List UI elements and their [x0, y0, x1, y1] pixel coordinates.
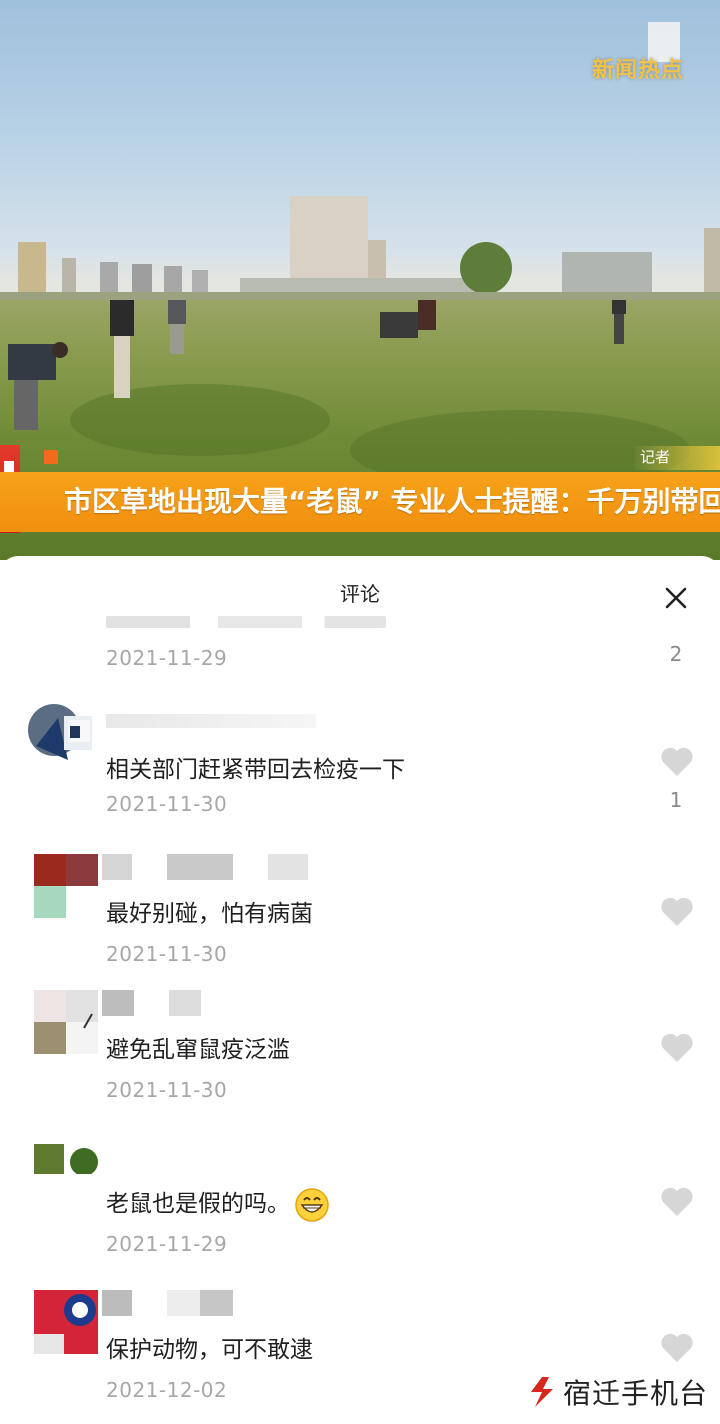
comment-date: 2021-12-02 — [106, 1378, 228, 1402]
close-icon[interactable] — [664, 586, 688, 610]
comment-item: 老鼠也是假的吗。 2021-11-29 — [0, 1144, 720, 1284]
comment-text: 老鼠也是假的吗。 — [106, 1184, 330, 1223]
station-logo: 新闻热点 — [592, 58, 685, 83]
comment-date: 2021-11-30 — [106, 942, 228, 966]
heart-icon[interactable] — [660, 1186, 694, 1218]
user-avatar[interactable] — [34, 1144, 98, 1208]
sheet-title: 评论 — [340, 582, 380, 606]
comment-item: 避免乱窜鼠疫泛滥 2021-11-30 — [0, 990, 720, 1130]
user-avatar[interactable] — [28, 702, 92, 766]
username-blurred — [102, 990, 231, 1016]
news-headline-banner: 市区草地出现大量“老鼠” 专业人士提醒：千万别带回 — [0, 472, 720, 532]
city-skyline-image — [0, 196, 720, 310]
username-blurred — [102, 1290, 263, 1316]
comment-text: 相关部门赶紧带回去检疫一下 — [106, 757, 405, 783]
heart-icon[interactable] — [660, 1332, 694, 1364]
video-player[interactable]: 新闻热点 记者 市区草地出现大量“老鼠” 专业人士提醒：千万别带回 — [0, 0, 720, 560]
watermark-text: 宿迁手机台 — [562, 1377, 708, 1410]
banner-accent — [44, 450, 58, 464]
blurred-comment-text — [106, 616, 386, 628]
like-count: 1 — [669, 788, 683, 812]
watermark: 宿迁手机台 — [527, 1372, 708, 1412]
comment-date: 2021-11-30 — [106, 1078, 228, 1102]
grinning-face-icon — [295, 1187, 329, 1222]
comment-date: 2021-11-29 — [106, 646, 228, 670]
heart-icon[interactable] — [660, 1032, 694, 1064]
comment-item: 最好别碰，怕有病菌 2021-11-30 — [0, 854, 720, 994]
user-avatar[interactable] — [34, 990, 98, 1054]
user-avatar[interactable] — [34, 854, 98, 918]
comment-text: 避免乱窜鼠疫泛滥 — [106, 1037, 290, 1063]
comment-text-content: 老鼠也是假的吗。 — [106, 1191, 290, 1217]
heart-icon[interactable] — [660, 746, 694, 778]
comment-partial: 2021-11-29 2 — [0, 616, 720, 676]
like-count: 2 — [669, 642, 683, 666]
comment-item: 相关部门赶紧带回去检疫一下 2021-11-30 1 — [0, 704, 720, 846]
username-blurred — [102, 854, 338, 880]
comment-date: 2021-11-30 — [106, 792, 228, 816]
username-blurred — [106, 714, 346, 740]
comment-date: 2021-11-29 — [106, 1232, 228, 1256]
watermark-logo-icon — [530, 1377, 553, 1407]
comment-text: 最好别碰，怕有病菌 — [106, 901, 313, 927]
reporter-tag: 记者 — [634, 446, 720, 470]
comments-sheet: 评论 2021-11-29 2 相关部门赶紧带回去检疫一下 2021-11-30… — [0, 556, 720, 1424]
user-avatar[interactable] — [34, 1290, 98, 1354]
heart-icon[interactable] — [660, 896, 694, 928]
comment-text: 保护动物，可不敢逮 — [106, 1337, 313, 1363]
